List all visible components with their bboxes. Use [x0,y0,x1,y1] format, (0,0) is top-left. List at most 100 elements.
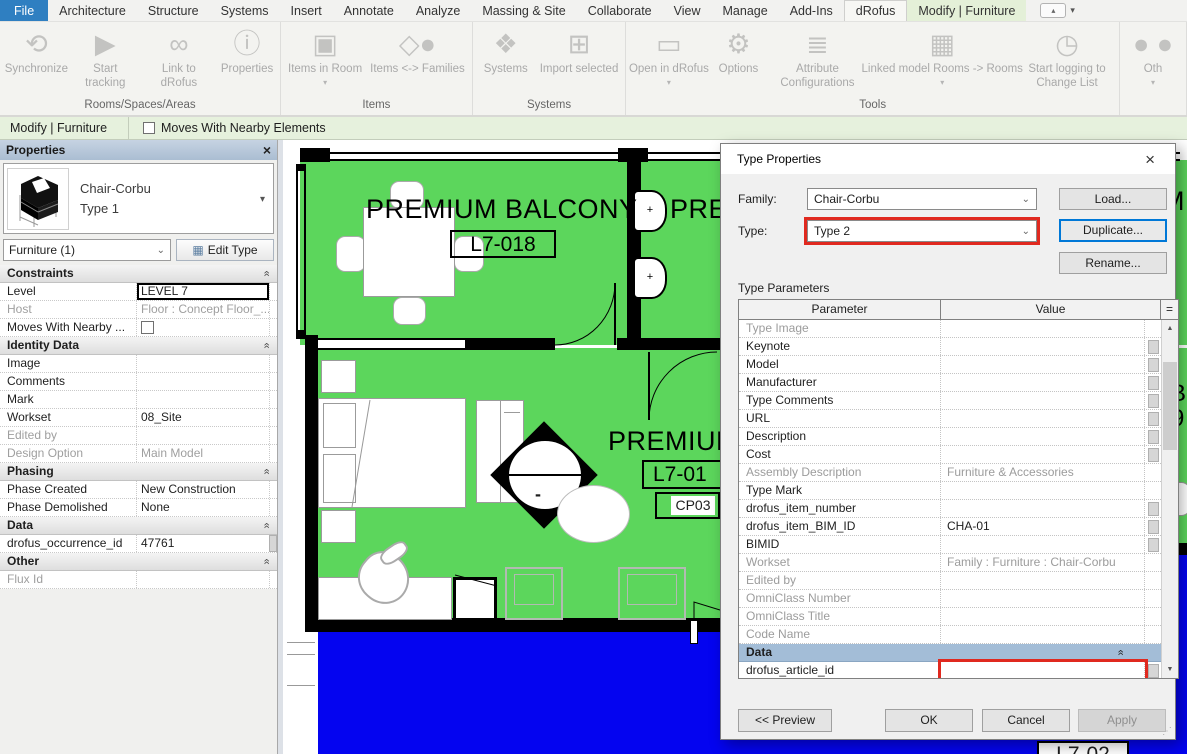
ribbon-tab[interactable]: File [0,0,48,21]
param-value[interactable]: Family : Furniture : Chair-Corbu [941,554,1145,571]
ribbon-button-other[interactable]: ● ●Oth▾ [1124,24,1182,88]
sofa-plan[interactable] [505,567,563,620]
sofa-plan[interactable] [618,567,686,620]
ribbon-tab[interactable]: Architecture [48,0,137,21]
param-value[interactable] [941,536,1145,553]
property-value[interactable] [136,391,269,408]
nightstand-plan[interactable] [321,510,356,543]
associate-param-button[interactable] [1148,394,1159,408]
sink-plan[interactable]: + [633,257,667,299]
associate-param-button[interactable] [1148,358,1159,372]
param-value[interactable] [941,428,1145,445]
ribbon-button-items-in-room[interactable]: ▣Items in Room▾ [285,24,365,88]
ribbon-button-link-to-drofus[interactable]: ∞Link to dRofus [142,24,216,92]
room-balcony-number-tag[interactable]: L7-018 [450,230,556,258]
property-value[interactable] [136,427,269,444]
param-value[interactable]: CHA-01 [941,518,1145,535]
ribbon-button-start-tracking[interactable]: ▶Start tracking [71,24,140,92]
associate-param-button[interactable] [1148,538,1159,552]
chair-plan[interactable] [336,236,366,272]
param-value[interactable] [941,356,1145,373]
ribbon-tab[interactable]: dRofus [844,0,908,21]
ribbon-button-items-families[interactable]: ◇●Items <-> Families [367,24,468,78]
ribbon-button-options[interactable]: ⚙Options [709,24,767,78]
scroll-down-icon[interactable]: ▼ [1162,661,1178,678]
ribbon-tab[interactable]: Systems [210,0,280,21]
param-value[interactable] [941,608,1145,625]
property-value[interactable] [136,319,269,336]
associate-param-button[interactable] [1148,520,1159,534]
scroll-up-icon[interactable]: ▲ [1162,320,1178,337]
ribbon-tab[interactable]: Massing & Site [471,0,576,21]
property-value[interactable]: LEVEL 7 [136,283,269,300]
ribbon-button-import-selected[interactable]: ⊞Import selected [537,24,622,78]
param-value[interactable] [941,446,1145,463]
ribbon-tab[interactable]: Annotate [333,0,405,21]
property-value[interactable]: Main Model [136,445,269,462]
closet-plan[interactable] [453,577,497,621]
resize-grip[interactable]: ⋰ [1162,726,1172,737]
close-icon[interactable]: × [263,143,271,157]
rename-button[interactable]: Rename... [1059,252,1167,274]
dialog-title-bar[interactable]: Type Properties × [721,144,1175,174]
ribbon-button-synchronize[interactable]: ⟲Synchronize [4,24,69,78]
ottoman-plan[interactable] [557,485,630,543]
moves-with-nearby-checkbox[interactable] [143,122,155,134]
associate-param-button[interactable] [1148,430,1159,444]
ribbon-button-start-logging[interactable]: ◷Start logging to Change List [1019,24,1115,92]
param-value[interactable] [941,410,1145,427]
room-balcony-name-tag[interactable]: PREMIUM BALCONY [366,194,638,225]
associate-param-button[interactable] [1148,502,1159,516]
type-selector[interactable]: Chair-Corbu Type 1 ▾ [3,163,274,234]
duplicate-button[interactable]: Duplicate... [1059,219,1167,242]
param-value[interactable] [941,626,1145,643]
param-value[interactable] [941,374,1145,391]
ribbon-tab[interactable]: Collaborate [577,0,663,21]
associate-param-button[interactable] [1148,664,1159,678]
property-value[interactable]: Floor : Concept Floor_... [136,301,269,318]
chevron-down-icon[interactable]: ▾ [260,194,265,205]
cancel-button[interactable]: Cancel [982,709,1070,732]
ribbon-tab[interactable]: Insert [280,0,333,21]
ribbon-tab[interactable]: Structure [137,0,210,21]
element-filter-combo[interactable]: Furniture (1) ⌄ [3,239,171,261]
ribbon-button-properties[interactable]: ⓘProperties [218,24,276,78]
sink-plan[interactable]: + [633,190,667,232]
family-combo[interactable]: Chair-Corbu ⌄ [807,188,1037,210]
param-value[interactable] [941,338,1145,355]
ribbon-button-linked-model-rooms[interactable]: ▦Linked model Rooms -> Rooms▾ [867,24,1017,88]
ribbon-tab[interactable]: Add-Ins [779,0,844,21]
ribbon-tab[interactable]: Manage [712,0,779,21]
ribbon-tab[interactable]: View [663,0,712,21]
properties-panel-header[interactable]: Properties × [0,140,277,160]
nightstand-plan[interactable] [321,360,356,393]
param-value[interactable] [941,320,1145,337]
edit-type-button[interactable]: ▦ Edit Type [176,239,274,261]
table-scrollbar[interactable]: ▲ ▼ [1161,320,1178,678]
ribbon-button-attribute-configurations[interactable]: ≣Attribute Configurations [769,24,865,92]
property-value[interactable] [136,571,269,588]
close-icon[interactable]: × [1141,151,1159,168]
associate-param-button[interactable] [1148,376,1159,390]
property-value[interactable] [136,373,269,390]
associate-param-button[interactable] [1148,412,1159,426]
ok-button[interactable]: OK [885,709,973,732]
ribbon-button-open-in-drofus[interactable]: ▭Open in dRofus▾ [630,24,707,88]
param-value[interactable] [941,482,1145,499]
ribbon-tab[interactable]: Analyze [405,0,471,21]
ribbon-display-toggle[interactable]: ▴▾ [1040,0,1075,21]
load-button[interactable]: Load... [1059,188,1167,210]
type-combo[interactable]: Type 2 ⌄ [807,220,1037,242]
collapse-chevron-icon[interactable]: « [257,270,274,276]
param-value[interactable] [941,392,1145,409]
collapse-chevron-icon[interactable]: « [1111,649,1128,655]
collapse-chevron-icon[interactable]: « [257,558,274,564]
collapse-chevron-icon[interactable]: « [257,342,274,348]
property-value[interactable]: None [136,499,269,516]
param-value[interactable] [941,590,1145,607]
param-value[interactable]: Furniture & Accessories [941,464,1145,481]
associate-param-button[interactable] [1148,340,1159,354]
param-value[interactable] [941,500,1145,517]
ribbon-button-systems[interactable]: ❖Systems [477,24,535,78]
ribbon-tab[interactable]: Modify | Furniture [907,0,1026,21]
